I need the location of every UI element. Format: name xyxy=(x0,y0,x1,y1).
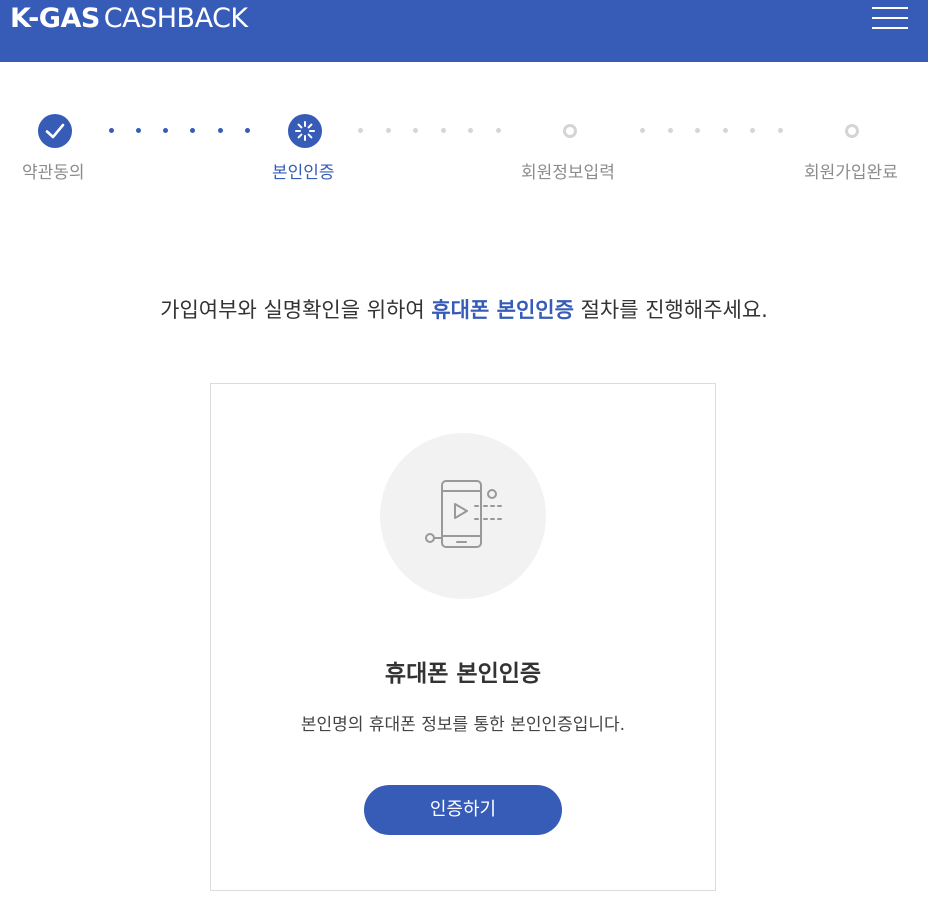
progress-dot xyxy=(218,128,223,133)
step-label-verification: 본인인증 xyxy=(272,163,335,183)
progress-dot xyxy=(245,128,250,133)
card-title: 휴대폰 본인인증 xyxy=(384,661,542,687)
progress-dot xyxy=(640,128,645,133)
progress-dot xyxy=(163,128,168,133)
step-label-member-info: 회원정보입력 xyxy=(521,163,615,183)
progress-dot xyxy=(723,128,728,133)
intro-text-highlight: 휴대폰 본인인증 xyxy=(431,298,574,322)
icon-circle xyxy=(380,433,546,599)
logo-bold-text: K-GAS xyxy=(10,3,100,34)
progress-dot xyxy=(136,128,141,133)
app-header: K-GAS CASHBACK xyxy=(0,0,928,62)
hamburger-menu-icon[interactable] xyxy=(870,5,910,33)
phone-verification-card: 휴대폰 본인인증 본인명의 휴대폰 정보를 통한 본인인증입니다. 인증하기 xyxy=(210,383,716,891)
smartphone-play-icon xyxy=(425,480,502,548)
progress-dot xyxy=(109,128,114,133)
step-active-spinner-icon xyxy=(288,114,322,148)
progress-dot xyxy=(668,128,673,133)
intro-text: 가입여부와 실명확인을 위하여 휴대폰 본인인증 절차를 진행해주세요. xyxy=(0,294,928,324)
logo[interactable]: K-GAS CASHBACK xyxy=(10,3,248,35)
progress-dot xyxy=(468,128,473,133)
progress-dot xyxy=(386,128,391,133)
card-description: 본인명의 휴대폰 정보를 통한 본인인증입니다. xyxy=(300,715,626,735)
progress-dot xyxy=(413,128,418,133)
step-pending-icon xyxy=(563,124,577,138)
progress-dot xyxy=(750,128,755,133)
intro-text-before: 가입여부와 실명확인을 위하여 xyxy=(160,298,432,322)
intro-text-after: 절차를 진행해주세요. xyxy=(573,298,768,322)
progress-dot xyxy=(778,128,783,133)
progress-dot xyxy=(496,128,501,133)
progress-dot xyxy=(358,128,363,133)
step-label-complete: 회원가입완료 xyxy=(804,163,898,183)
progress-dot xyxy=(695,128,700,133)
step-done-check-icon xyxy=(38,114,72,148)
progress-dot xyxy=(441,128,446,133)
verify-button[interactable]: 인증하기 xyxy=(364,785,562,835)
progress-dot xyxy=(190,128,195,133)
step-pending-icon xyxy=(845,124,859,138)
logo-light-text: CASHBACK xyxy=(103,3,248,34)
step-label-terms: 약관동의 xyxy=(22,163,85,183)
